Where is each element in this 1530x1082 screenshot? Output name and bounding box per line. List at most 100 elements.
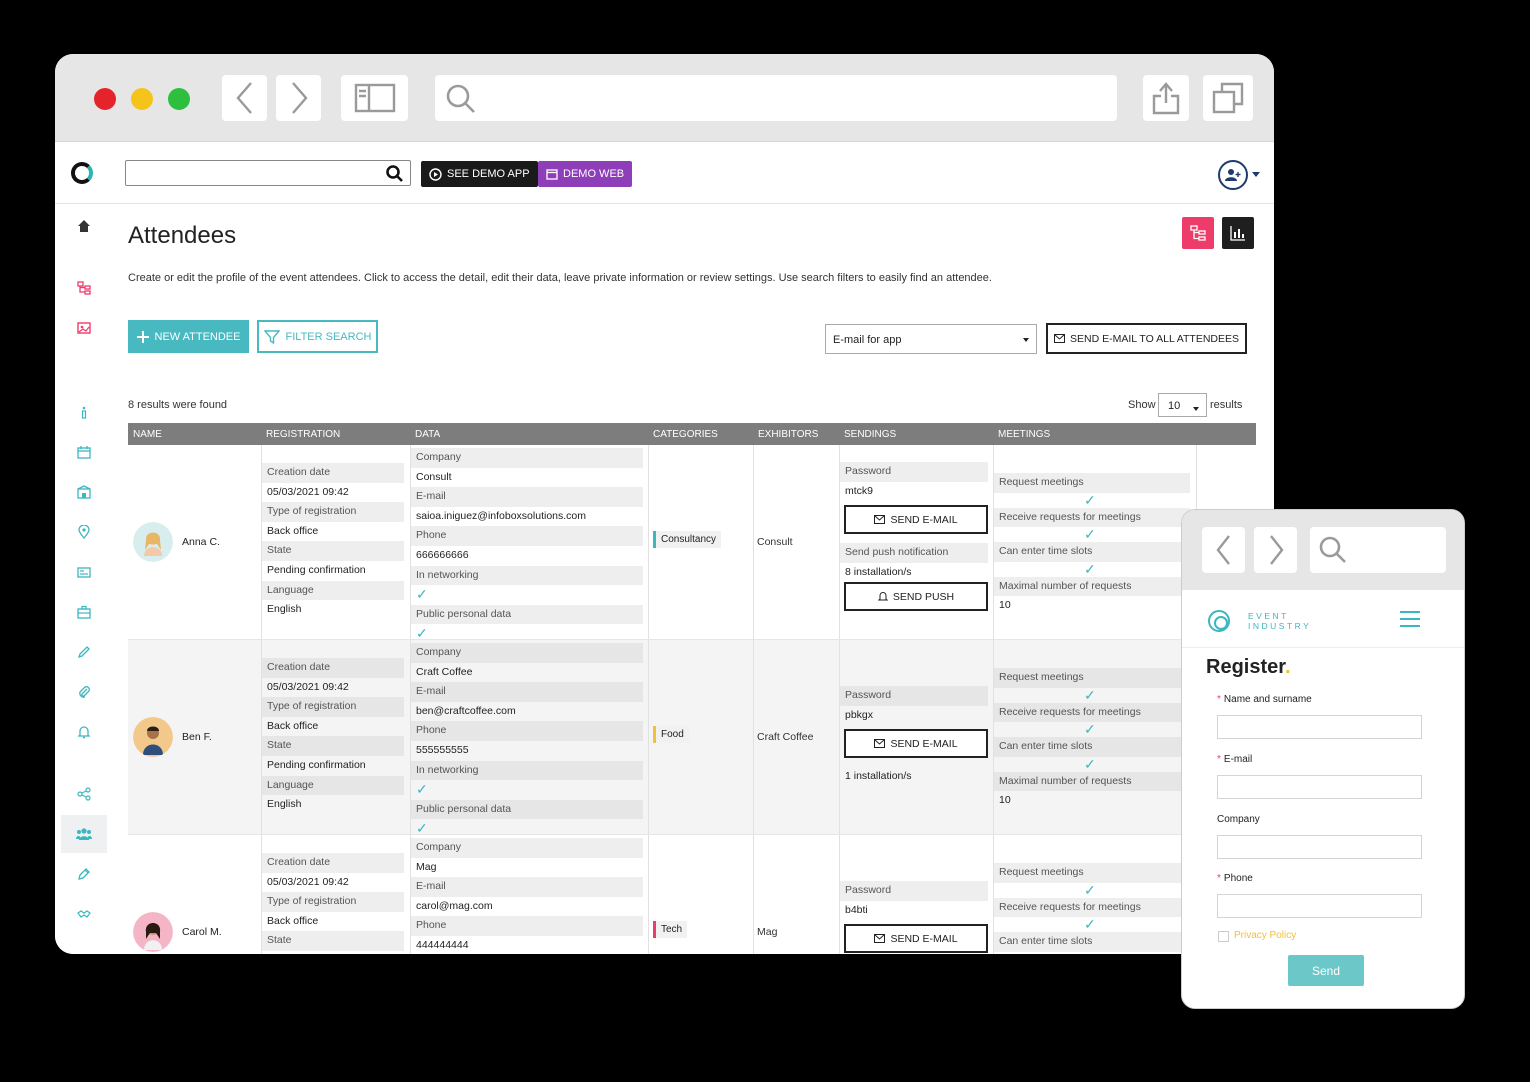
- category-badge: Food: [653, 726, 689, 743]
- play-icon: [429, 167, 442, 181]
- privacy-policy-link[interactable]: Privacy Policy: [1234, 930, 1296, 941]
- paperclip-icon[interactable]: [77, 685, 91, 699]
- send-email-button[interactable]: SEND E-MAIL: [844, 505, 988, 534]
- sidebar-toggle-button[interactable]: [341, 75, 408, 121]
- user-menu-button[interactable]: [1218, 160, 1248, 190]
- page-description: Create or edit the profile of the event …: [128, 272, 992, 284]
- company-label: Company: [411, 643, 643, 663]
- send-email-label: SEND E-MAIL: [890, 932, 958, 945]
- attendee-name[interactable]: Carol M.: [182, 926, 222, 938]
- briefcase-icon[interactable]: [77, 605, 91, 619]
- send-email-button[interactable]: SEND E-MAIL: [844, 729, 988, 758]
- registration-type-label: Type of registration: [262, 892, 404, 912]
- column-header-data[interactable]: DATA: [415, 429, 440, 440]
- location-pin-icon[interactable]: [77, 525, 91, 539]
- filter-search-button[interactable]: FILTER SEARCH: [257, 320, 378, 353]
- info-icon[interactable]: [77, 405, 91, 419]
- table-row[interactable]: Carol M. Creation date 05/03/2021 09:42 …: [128, 835, 1256, 954]
- see-demo-app-button[interactable]: SEE DEMO APP: [421, 161, 538, 187]
- minimize-window-dot[interactable]: [131, 88, 153, 110]
- attendee-name[interactable]: Ben F.: [182, 731, 212, 743]
- event-industry-logo-icon[interactable]: [1208, 610, 1230, 632]
- app-logo[interactable]: [71, 162, 93, 184]
- bell-icon[interactable]: [77, 725, 91, 739]
- home-icon[interactable]: [77, 219, 91, 233]
- share-button[interactable]: [1143, 75, 1189, 121]
- check-icon: ✓: [1084, 526, 1096, 543]
- edit-icon[interactable]: [77, 867, 91, 881]
- send-email-label: SEND E-MAIL: [890, 513, 958, 526]
- check-icon: ✓: [1084, 560, 1096, 577]
- handshake-icon[interactable]: [77, 907, 91, 921]
- mobile-browser-chrome: [1182, 510, 1464, 590]
- tabs-icon: [1212, 82, 1244, 114]
- demo-web-button[interactable]: DEMO WEB: [538, 161, 633, 187]
- company-input[interactable]: [1217, 835, 1422, 859]
- sitemap-icon[interactable]: [77, 281, 91, 295]
- exhibitor-value[interactable]: Consult: [757, 536, 793, 548]
- users-icon[interactable]: [76, 827, 92, 841]
- chevron-down-icon[interactable]: [1252, 172, 1260, 177]
- column-header-categories[interactable]: CATEGORIES: [653, 429, 718, 440]
- sendings-cell: Password b4bti: [840, 881, 988, 920]
- forward-button[interactable]: [276, 75, 321, 121]
- hamburger-menu-icon[interactable]: [1400, 611, 1420, 632]
- email-value: carol@mag.com: [416, 899, 493, 912]
- filter-icon: [263, 329, 280, 344]
- email-value: saioa.iniguez@infoboxsolutions.com: [416, 509, 587, 522]
- creation-date-label: Creation date: [262, 463, 404, 483]
- mobile-address-bar[interactable]: [1310, 527, 1446, 573]
- brand-name[interactable]: EVENT INDUSTRY: [1248, 611, 1328, 631]
- email-type-select[interactable]: E-mail for app: [825, 324, 1037, 354]
- table-row[interactable]: Ben F. Creation date 05/03/2021 09:42 Ty…: [128, 640, 1256, 836]
- name-surname-input[interactable]: [1217, 715, 1422, 739]
- mobile-forward-button[interactable]: [1254, 527, 1297, 573]
- privacy-checkbox[interactable]: [1218, 931, 1229, 942]
- global-search-input[interactable]: [125, 160, 411, 186]
- show-suffix: results: [1210, 399, 1243, 411]
- exhibitor-value[interactable]: Craft Coffee: [757, 731, 813, 743]
- column-divider: [648, 640, 649, 834]
- close-window-dot[interactable]: [94, 88, 116, 110]
- address-bar[interactable]: [435, 75, 1117, 121]
- structure-view-button[interactable]: [1182, 217, 1214, 249]
- pencil-icon[interactable]: [77, 645, 91, 659]
- venue-icon[interactable]: [77, 485, 91, 499]
- maximize-window-dot[interactable]: [168, 88, 190, 110]
- column-header-registration[interactable]: REGISTRATION: [266, 429, 340, 440]
- desktop: SEE DEMO APP DEMO WEB Attendees Create o…: [0, 0, 1530, 1082]
- id-card-icon[interactable]: [77, 565, 91, 579]
- mobile-back-button[interactable]: [1202, 527, 1245, 573]
- company-label: Company: [411, 448, 643, 468]
- send-email-all-button[interactable]: SEND E-MAIL TO ALL ATTENDEES: [1046, 323, 1247, 354]
- stats-view-button[interactable]: [1222, 217, 1254, 249]
- exhibitor-value[interactable]: Mag: [757, 926, 777, 938]
- user-add-icon: [1225, 169, 1241, 181]
- column-header-exhibitors[interactable]: EXHIBITORS: [758, 429, 818, 440]
- phone-input[interactable]: [1217, 894, 1422, 918]
- column-divider: [648, 445, 649, 639]
- column-header-name[interactable]: NAME: [133, 429, 162, 440]
- tabs-button[interactable]: [1203, 75, 1253, 121]
- column-header-sendings[interactable]: SENDINGS: [844, 429, 896, 440]
- send-push-button[interactable]: SEND PUSH: [844, 582, 988, 611]
- language-label: Language: [262, 775, 404, 796]
- new-attendee-button[interactable]: NEW ATTENDEE: [128, 320, 249, 353]
- state-value: Pending confirmation: [267, 758, 366, 771]
- push-notification-label: Send push notification: [840, 543, 988, 563]
- bell-icon: [877, 592, 888, 601]
- send-email-button[interactable]: SEND E-MAIL: [844, 924, 988, 953]
- share-icon: [1152, 82, 1180, 115]
- password-value: b4bti: [845, 903, 868, 916]
- gallery-icon[interactable]: [77, 321, 91, 335]
- table-row[interactable]: Anna C. Creation date 05/03/2021 09:42 T…: [128, 445, 1256, 641]
- back-button[interactable]: [222, 75, 267, 121]
- avatar: [133, 717, 173, 757]
- attendee-name[interactable]: Anna C.: [182, 536, 220, 548]
- email-input[interactable]: [1217, 775, 1422, 799]
- share-nodes-icon[interactable]: [77, 787, 91, 801]
- page-size-select[interactable]: 10: [1158, 393, 1207, 417]
- column-header-meetings[interactable]: MEETINGS: [998, 429, 1050, 440]
- send-button[interactable]: Send: [1288, 955, 1364, 986]
- calendar-icon[interactable]: [77, 445, 91, 459]
